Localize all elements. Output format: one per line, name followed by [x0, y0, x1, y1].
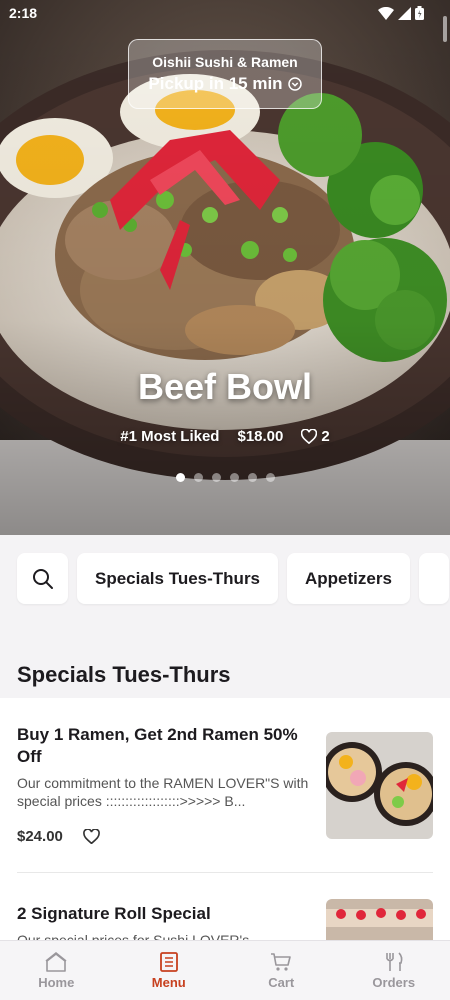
menu-item-description: Our special prices for Sushi LOVER's: [17, 932, 250, 940]
tab-appetizers[interactable]: Appetizers: [287, 553, 410, 604]
chevron-down-icon: [287, 77, 302, 91]
menu-item[interactable]: 2 Signature Roll Special Our special pri…: [17, 899, 433, 940]
section-title: Specials Tues-Thurs: [17, 662, 231, 687]
home-icon: [45, 951, 67, 972]
nav-orders-label: Orders: [372, 974, 416, 990]
carousel-dot[interactable]: [175, 473, 185, 482]
battery-icon: [415, 6, 424, 20]
carousel-dot[interactable]: [265, 473, 275, 482]
carousel-dot[interactable]: [229, 473, 239, 482]
featured-like-button[interactable]: 2: [301, 428, 330, 445]
category-tabs: Specials Tues-Thurs Appetizers: [17, 553, 449, 604]
bottom-navigation: Home Menu Cart Orders: [0, 940, 450, 1000]
menu-icon: [159, 951, 178, 972]
search-icon: [32, 568, 53, 589]
menu-item-image: [326, 899, 433, 940]
menu-item-title: Buy 1 Ramen, Get 2nd Ramen 50% Off: [17, 725, 298, 766]
orders-icon: [385, 951, 403, 971]
featured-dish-title: Beef Bowl: [137, 366, 313, 407]
nav-orders[interactable]: Orders: [338, 941, 450, 1000]
menu-item[interactable]: Buy 1 Ramen, Get 2nd Ramen 50% Off Our c…: [17, 724, 433, 845]
status-icons: [378, 6, 424, 20]
carousel-dot[interactable]: [193, 473, 203, 482]
heart-icon: [301, 429, 318, 444]
nav-home-label: Home: [38, 974, 75, 990]
signal-icon: [398, 6, 411, 20]
menu-item-price: $24.00: [17, 828, 63, 845]
store-selector[interactable]: Oishii Sushi & Ramen Pickup in 15 min: [128, 39, 322, 109]
tab-specials[interactable]: Specials Tues-Thurs: [77, 553, 279, 604]
carousel-indicator: [0, 473, 450, 482]
menu-item-description: Our commitment to the RAMEN LOVER"S with…: [17, 775, 309, 809]
search-button[interactable]: [17, 553, 68, 604]
status-bar: 2:18: [0, 0, 450, 28]
hero-banner[interactable]: 2:18 Oishii Sushi & Ramen Pickup in 15 m…: [0, 0, 450, 535]
heart-icon[interactable]: [83, 829, 100, 844]
nav-cart[interactable]: Cart: [225, 941, 338, 1000]
featured-dish-meta: #1 Most Liked $18.00 2: [0, 428, 450, 445]
carousel-dot[interactable]: [247, 473, 257, 482]
nav-cart-label: Cart: [268, 974, 295, 990]
scrollbar[interactable]: [443, 16, 447, 42]
carousel-dot[interactable]: [211, 473, 221, 482]
featured-rank: #1 Most Liked: [120, 428, 220, 445]
menu-list: Buy 1 Ramen, Get 2nd Ramen 50% Off Our c…: [0, 698, 450, 940]
nav-menu-label: Menu: [151, 974, 186, 990]
featured-price: $18.00: [237, 428, 284, 445]
nav-menu[interactable]: Menu: [113, 941, 226, 1000]
store-name: Oishii Sushi & Ramen: [152, 54, 298, 70]
pickup-time: Pickup in 15 min: [148, 74, 283, 93]
nav-home[interactable]: Home: [0, 941, 113, 1000]
cart-icon: [271, 952, 292, 971]
status-time: 2:18: [9, 5, 38, 21]
featured-like-count: 2: [321, 428, 330, 445]
wifi-icon: [378, 6, 394, 20]
tab-next[interactable]: [418, 553, 449, 604]
divider: [17, 872, 433, 873]
pickup-time-selector[interactable]: Pickup in 15 min: [129, 74, 321, 94]
menu-item-image: [326, 732, 433, 839]
menu-item-title: 2 Signature Roll Special: [17, 904, 211, 923]
